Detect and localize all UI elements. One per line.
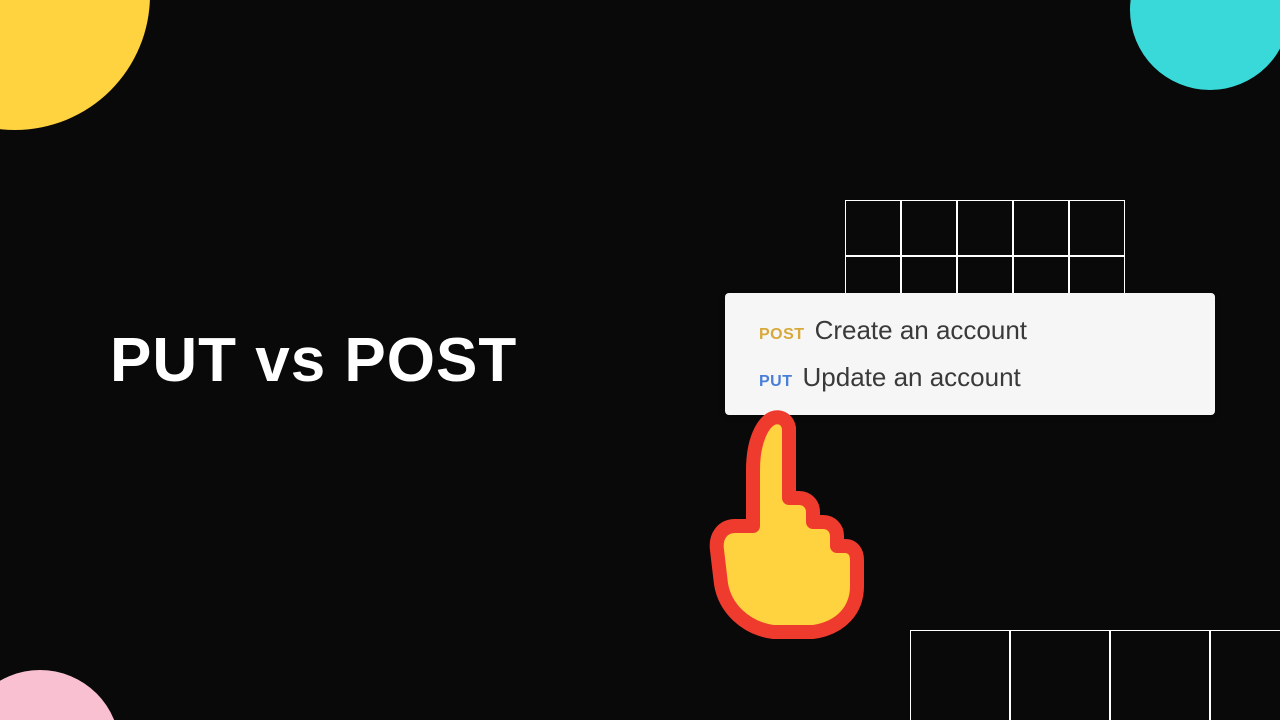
method-row-post: POST Create an account bbox=[725, 307, 1215, 354]
method-row-put: PUT Update an account bbox=[725, 354, 1215, 401]
method-label: Update an account bbox=[803, 362, 1021, 393]
pointing-hand-icon bbox=[695, 410, 865, 640]
method-badge-put: PUT bbox=[759, 373, 793, 391]
method-badge-post: POST bbox=[759, 326, 805, 344]
http-methods-card: POST Create an account PUT Update an acc… bbox=[725, 293, 1215, 415]
page-title: PUT vs POST bbox=[110, 325, 517, 396]
decorative-grid-bottom bbox=[910, 630, 1280, 720]
method-label: Create an account bbox=[815, 315, 1027, 346]
decorative-circle-yellow bbox=[0, 0, 150, 130]
decorative-semicircle-cyan bbox=[1130, 0, 1280, 90]
decorative-circle-pink bbox=[0, 670, 120, 720]
